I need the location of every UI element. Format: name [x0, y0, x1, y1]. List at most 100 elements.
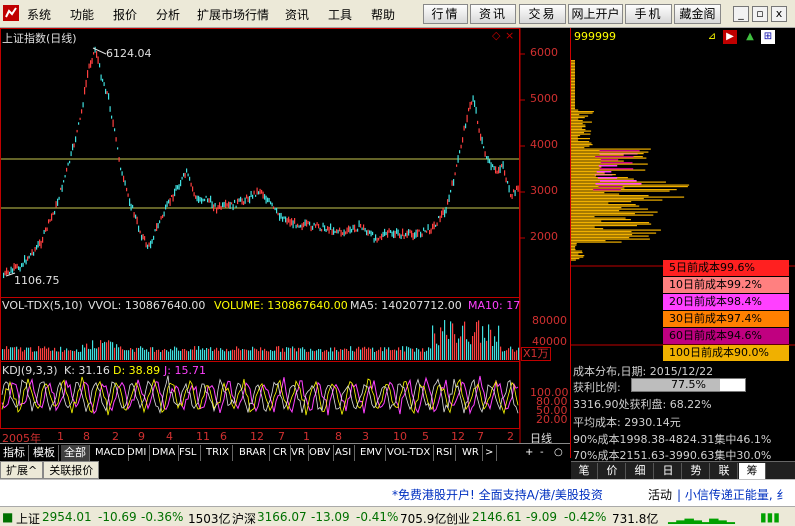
reset-button[interactable]: ○ [551, 445, 566, 461]
close-button[interactable]: x [771, 6, 787, 22]
chip-distribution-panel[interactable]: 999999 ⊿ ▶ ▲ ⊞ 5日前成本99.6% 10日前成本99.2% 20… [570, 28, 795, 462]
connection-status-icon[interactable]: ▮▮▮ [760, 510, 780, 524]
candle [106, 91, 108, 95]
chart-canvas[interactable] [0, 28, 570, 458]
candle [331, 229, 333, 236]
toolbar-quotes-button[interactable]: 行情 [423, 4, 468, 24]
chart-close-icon[interactable]: × [505, 29, 514, 42]
minimize-button[interactable]: _ [733, 6, 749, 22]
tab-indicator[interactable]: 指标 [0, 445, 29, 461]
volume-bar [52, 350, 54, 360]
ticker-cy-label[interactable]: 创业 [446, 510, 470, 526]
volume-bar [90, 349, 92, 360]
tab-ticks[interactable]: 笔 [571, 463, 598, 479]
tab-dmi[interactable]: DMI [124, 445, 151, 461]
ticker-hs-label[interactable]: 沪深 [232, 510, 256, 526]
tab-emv[interactable]: EMV [357, 445, 386, 461]
tab-price[interactable]: 价 [599, 463, 626, 479]
tab-trend[interactable]: 势 [683, 463, 710, 479]
tab-detail[interactable]: 细 [627, 463, 654, 479]
candle [166, 201, 168, 207]
tab-more-button[interactable]: > [482, 445, 498, 461]
zoom-out-button[interactable]: - [537, 445, 547, 461]
candle [361, 227, 363, 231]
candle [123, 175, 125, 183]
toolbar-news-button[interactable]: 资讯 [470, 4, 516, 24]
candle [366, 230, 368, 236]
chip-settings-icon[interactable]: ⊞ [761, 30, 775, 44]
volume-bar [248, 350, 250, 360]
candle [483, 146, 485, 149]
tab-rsi[interactable]: RSI [433, 445, 457, 461]
tab-trix[interactable]: TRIX [203, 445, 233, 461]
chip-bar [571, 60, 575, 62]
chip-mode-icon[interactable]: ▶ [723, 30, 737, 44]
chip-bar [571, 166, 602, 168]
toolbar-open-account-button[interactable]: 网上开户 [568, 4, 623, 24]
candle [513, 189, 515, 193]
x-month-label: 4 [166, 430, 173, 443]
volume-bar [466, 339, 468, 360]
volume-bar [326, 349, 328, 360]
volume-bar [78, 351, 80, 360]
notice-activity-link[interactable]: 活动 [648, 486, 672, 503]
candle [235, 205, 237, 208]
menu-quote[interactable]: 报价 [113, 6, 137, 23]
notice-news-link[interactable]: | 小信传递正能量, 纟 [677, 486, 789, 503]
menu-function[interactable]: 功能 [70, 6, 94, 23]
legend-10d: 10日前成本99.2% [663, 277, 789, 293]
sh-down-icon: ■ [2, 510, 14, 524]
menu-system[interactable]: 系统 [27, 6, 51, 23]
tab-dma[interactable]: DMA [149, 445, 180, 461]
toolbar-cangjinge-button[interactable]: 藏金阁 [674, 4, 721, 24]
volume-bar [500, 346, 502, 360]
candle [193, 192, 195, 197]
tab-linked[interactable]: 联 [711, 463, 738, 479]
chip-chart-icon[interactable]: ⊿ [705, 30, 719, 44]
volume-bar [46, 348, 48, 360]
candle [478, 128, 480, 133]
volume-bar [414, 351, 416, 360]
chart-panel[interactable]: 上证指数(日线) ◇ × 6000 5000 4000 3000 2000 61… [0, 28, 570, 458]
tab-fsl[interactable]: FSL [176, 445, 201, 461]
toolbar-mobile-button[interactable]: 手机 [625, 4, 672, 24]
notice-promo-link[interactable]: *免费港股开户! 全面支持A/港/美股投资 [392, 486, 603, 503]
candle [336, 229, 338, 234]
app-logo-icon[interactable] [3, 5, 19, 21]
tab-vol-tdx[interactable]: VOL-TDX [384, 445, 435, 461]
tab-asi[interactable]: ASI [332, 445, 356, 461]
tab-daily[interactable]: 日 [655, 463, 682, 479]
legend-5d: 5日前成本99.6% [663, 260, 789, 276]
menu-help[interactable]: 帮助 [371, 6, 395, 23]
candle [505, 177, 507, 183]
toolbar-trade-button[interactable]: 交易 [519, 4, 566, 24]
volume-bar [360, 349, 362, 360]
tab-extend[interactable]: 扩展^ [0, 461, 44, 479]
restore-button[interactable]: ▫ [752, 6, 768, 22]
menu-analysis[interactable]: 分析 [156, 6, 180, 23]
tab-brar[interactable]: BRAR [236, 445, 271, 461]
candle [61, 184, 63, 192]
tab-obv[interactable]: OBV [306, 445, 335, 461]
chip-flag-icon[interactable]: ▲ [743, 30, 757, 44]
zoom-in-button[interactable]: + [522, 445, 536, 461]
candle [304, 219, 306, 226]
chart-options-icon[interactable]: ◇ [492, 29, 500, 42]
candle [208, 198, 210, 203]
tab-template[interactable]: 模板 [30, 445, 59, 461]
menu-tools[interactable]: 工具 [328, 6, 352, 23]
tab-wr[interactable]: WR [459, 445, 483, 461]
tab-all[interactable]: 全部 [61, 445, 90, 461]
menu-extended-market[interactable]: 扩展市场行情 [197, 6, 269, 23]
candle [183, 173, 185, 177]
tab-chips[interactable]: 筹 [739, 463, 766, 479]
menu-news[interactable]: 资讯 [285, 6, 309, 23]
candle [444, 209, 446, 218]
volume-bar [196, 349, 198, 360]
tab-related-quotes[interactable]: 关联报价 [43, 461, 100, 479]
volume-bar [48, 347, 50, 360]
chip-bar [571, 135, 581, 137]
chip-bar [571, 96, 575, 98]
ticker-sh-label[interactable]: 上证 [16, 510, 40, 526]
candle [489, 159, 491, 164]
